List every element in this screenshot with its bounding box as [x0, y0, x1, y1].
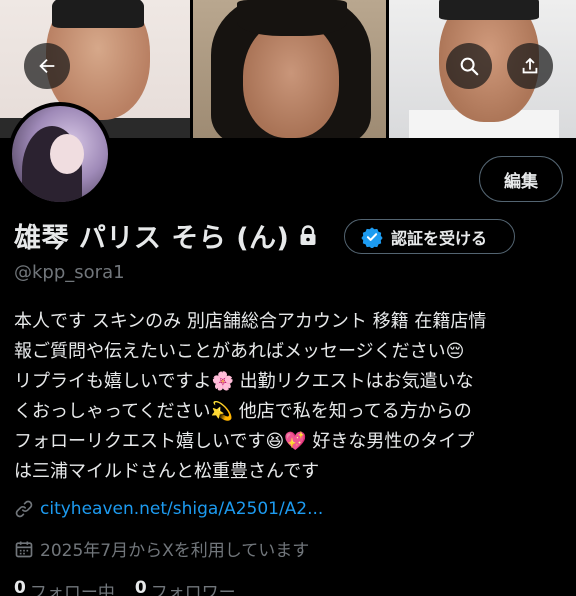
back-arrow-icon: [39, 58, 55, 74]
link-icon: [15, 500, 33, 518]
search-icon: [460, 57, 479, 76]
share-button[interactable]: [507, 43, 553, 89]
bio-line: フォローリクエスト嬉しいです😆💖 好きな男性のタイプ: [14, 431, 475, 452]
get-verified-label: 認証を受ける: [391, 228, 488, 248]
get-verified-button[interactable]: 認証を受ける: [344, 219, 515, 254]
back-button[interactable]: [24, 43, 70, 89]
joined-row: 2025年7月からXを利用しています: [14, 536, 309, 561]
calendar-icon: [15, 541, 33, 557]
verified-badge-icon: [361, 226, 383, 248]
following-count: 0: [14, 578, 26, 596]
following-link[interactable]: 0 フォロー中: [14, 578, 115, 596]
followers-label: フォロワー: [150, 583, 236, 596]
bio: 本人です スキンのみ 別店舗総合アカウント 移籍 在籍店情 報ご質問や伝えたいこ…: [14, 307, 562, 487]
bio-line: は三浦マイルドさんと松重豊さんです: [14, 461, 320, 482]
bio-line: 本人です スキンのみ 別店舗総合アカウント 移籍 在籍店情: [14, 311, 487, 332]
lock-icon: [299, 224, 317, 247]
bio-line: 報ご質問や伝えたいことがあればメッセージください😔: [14, 341, 465, 362]
banner-photo-2: [193, 0, 386, 138]
bio-line: リプライも嬉しいですよ🌸 出勤リクエストはお気遣いな: [14, 371, 474, 392]
follow-stats: 0 フォロー中 0 フォロワー: [14, 578, 256, 596]
website-link[interactable]: cityheaven.net/shiga/A2501/A2...: [40, 499, 323, 519]
following-label: フォロー中: [29, 583, 115, 596]
joined-date: 2025年7月からXを利用しています: [40, 541, 310, 561]
name-row: 雄琴 パリス そら (ん): [14, 216, 317, 255]
followers-link[interactable]: 0 フォロワー: [135, 578, 236, 596]
share-icon: [522, 57, 538, 74]
followers-count: 0: [134, 578, 147, 596]
bio-line: くおっしゃってください💫 他店で私を知ってる方からの: [14, 401, 472, 422]
display-name: 雄琴 パリス そら (ん): [14, 223, 290, 254]
avatar[interactable]: [8, 102, 112, 206]
search-button[interactable]: [446, 43, 492, 89]
website-row: cityheaven.net/shiga/A2501/A2...: [14, 499, 323, 519]
edit-profile-button[interactable]: 編集: [479, 156, 563, 202]
username-handle: @kpp_sora1: [14, 262, 125, 283]
